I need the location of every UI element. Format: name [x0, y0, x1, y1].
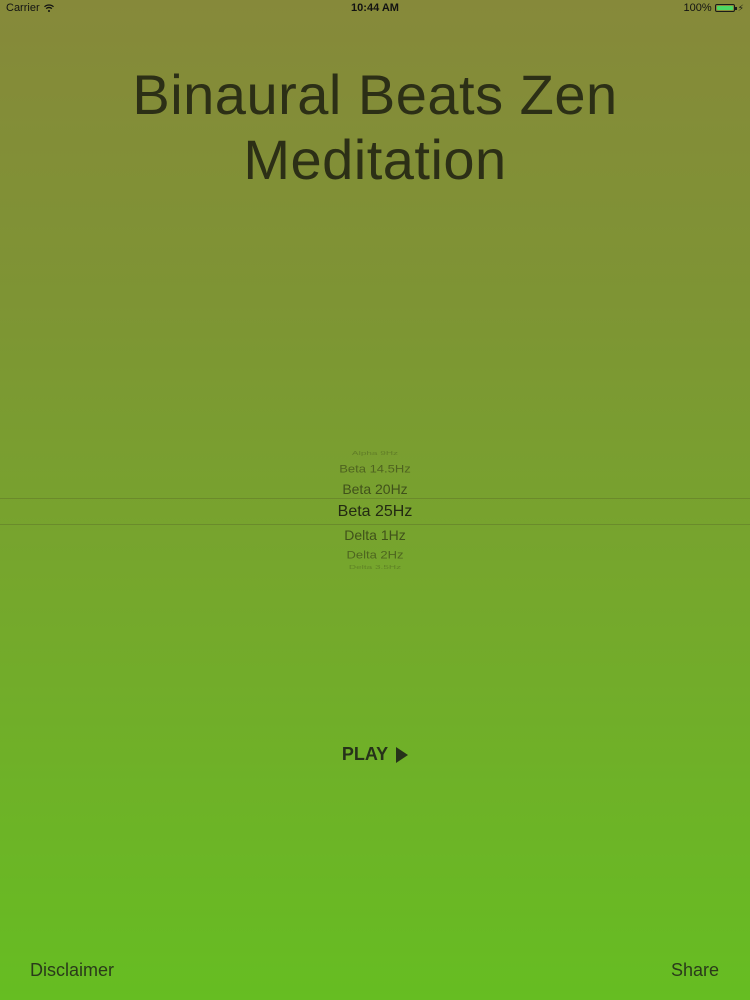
battery-tip	[734, 7, 737, 10]
play-button[interactable]: PLAY	[0, 744, 750, 765]
picker-item[interactable]: Delta 1Hz	[0, 527, 750, 543]
battery-percent: 100%	[683, 2, 712, 14]
app-title: Binaural Beats Zen Meditation	[0, 62, 750, 192]
battery-fill	[716, 6, 733, 10]
title-line-2: Meditation	[243, 128, 507, 191]
play-button-content[interactable]: PLAY	[341, 744, 409, 765]
play-icon	[396, 746, 409, 763]
title-line-1: Binaural Beats Zen	[132, 63, 618, 126]
picker-item[interactable]: Alpha 9Hz	[0, 450, 750, 456]
picker-selection-bottom-line	[0, 524, 750, 525]
disclaimer-link[interactable]: Disclaimer	[30, 960, 114, 981]
share-link[interactable]: Share	[671, 960, 719, 981]
battery-icon	[714, 4, 737, 12]
picker-item[interactable]: Beta 20Hz	[0, 481, 750, 497]
picker-selection-top-line	[0, 498, 750, 499]
status-bar: Carrier 10:44 AM 100% ⚡	[0, 0, 750, 16]
picker-item[interactable]: Beta 14.5Hz	[0, 462, 750, 475]
play-label: PLAY	[341, 744, 389, 764]
picker-item[interactable]: Delta 3.5Hz	[0, 564, 750, 570]
picker-item[interactable]: Delta 2Hz	[0, 548, 750, 561]
frequency-picker[interactable]: Alpha 9Hz Beta 14.5Hz Beta 20Hz Beta 25H…	[0, 445, 750, 580]
status-time: 10:44 AM	[351, 2, 399, 14]
picker-item-selected[interactable]: Beta 25Hz	[0, 503, 750, 521]
status-right: 100% ⚡	[684, 2, 744, 14]
charging-icon: ⚡	[737, 2, 744, 13]
